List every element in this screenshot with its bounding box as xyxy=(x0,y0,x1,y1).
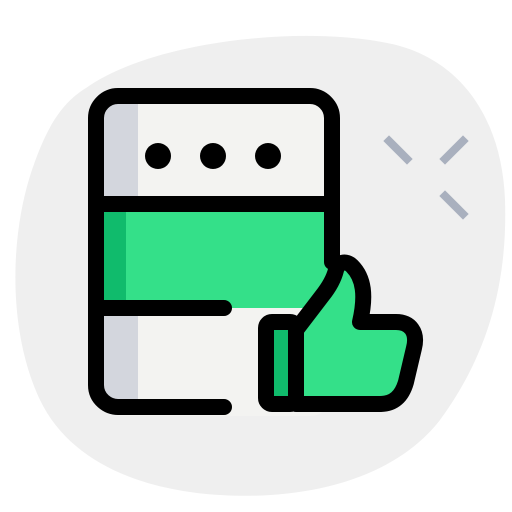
thumb-cuff xyxy=(258,314,304,412)
server-middle-band xyxy=(98,204,330,308)
server-dot-2 xyxy=(200,143,226,169)
server-thumbs-up-illustration xyxy=(15,35,506,496)
server-dot-1 xyxy=(145,143,171,169)
server-dot-3 xyxy=(255,143,281,169)
